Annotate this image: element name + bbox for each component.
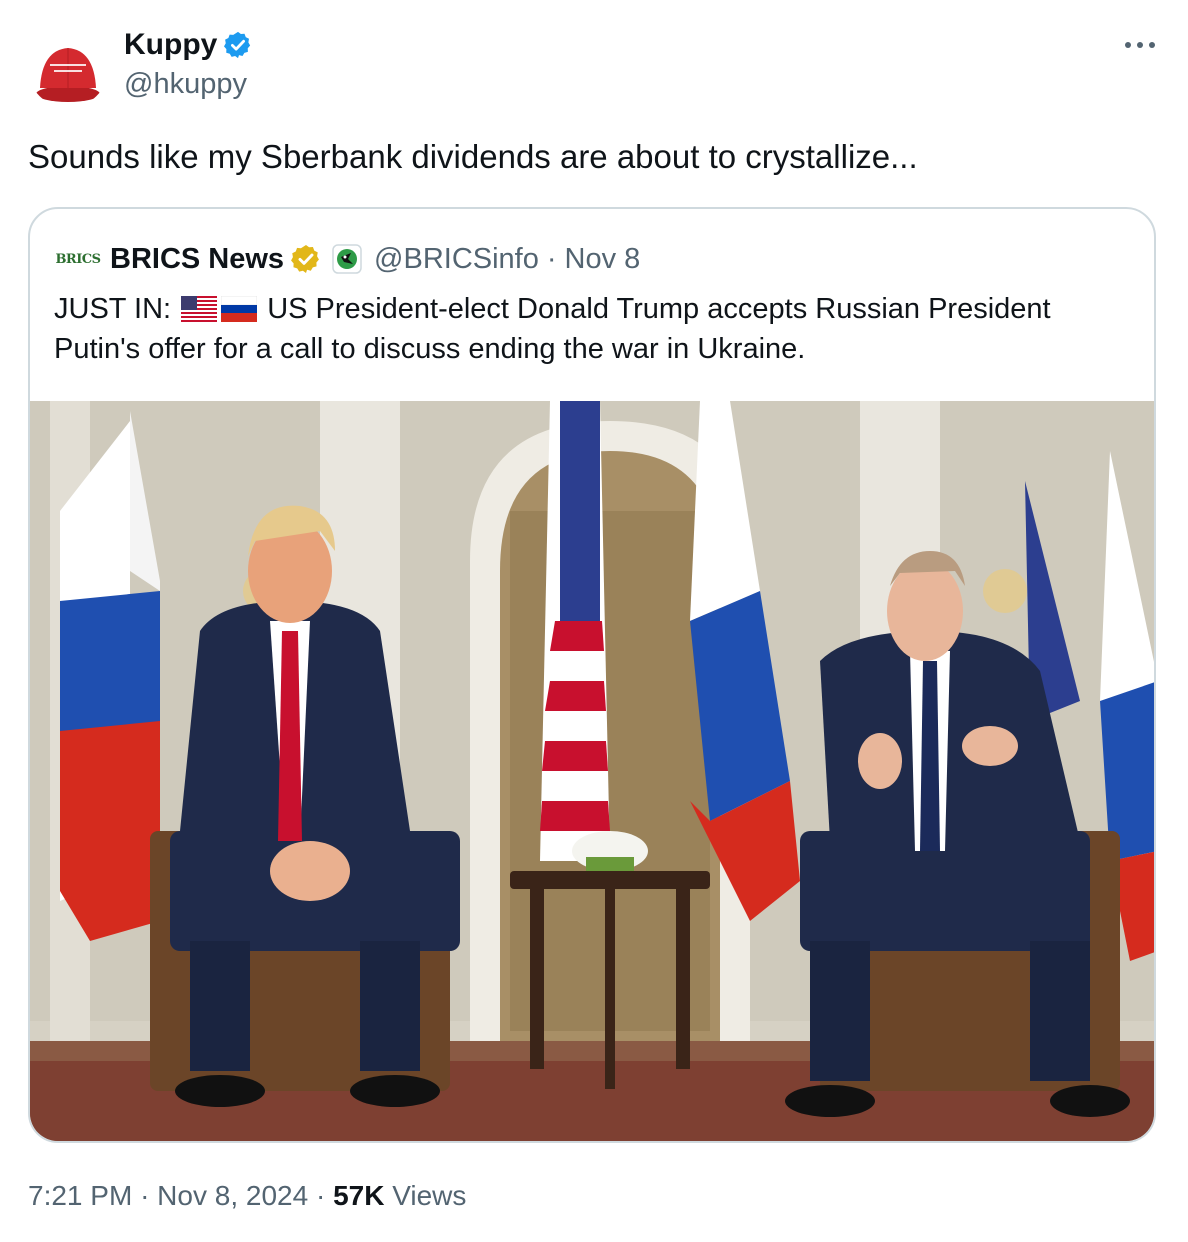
quoted-tweet-photo[interactable] [30,401,1156,1143]
verified-badge-icon [224,31,251,59]
tweet-date[interactable]: Nov 8, 2024 [157,1180,308,1211]
quoted-text-prefix: JUST IN: [54,293,172,325]
quoted-separator: · [546,242,557,275]
author-avatar[interactable] [28,28,108,108]
quoted-text: JUST IN: US President-elect Donald Trump… [54,289,1134,369]
views-count: 57K [333,1180,385,1211]
quoted-author-name[interactable]: BRICS News [110,243,284,276]
tweet-time[interactable]: 7:21 PM [28,1180,132,1211]
meta-separator: · [315,1180,326,1211]
tweet-text: Sounds like my Sberbank dividends are ab… [28,138,918,175]
red-cap-icon [36,48,100,102]
affiliate-badge-icon [332,244,362,274]
quoted-author-handle[interactable]: @BRICSinfo [374,243,539,276]
author-handle[interactable]: @hkuppy [124,68,247,101]
us-flag-icon [181,296,218,322]
more-options-icon[interactable] [1122,30,1158,60]
views-label: Views [392,1180,467,1211]
meta-separator: · [140,1180,150,1211]
russia-flag-icon [221,296,258,322]
author-name[interactable]: Kuppy [124,28,217,62]
gold-verified-badge-icon [291,245,319,273]
brics-logo-text: BRICS [55,251,101,267]
tweet-meta: 7:21 PM · Nov 8, 2024 · 57K Views [28,1180,466,1212]
quoted-tweet-card[interactable]: BRICS BRICS News @BRICSinfo · Nov 8 JUST… [28,207,1156,1143]
brics-logo-avatar[interactable]: BRICS [54,241,102,277]
quoted-date[interactable]: Nov 8 [565,243,641,276]
